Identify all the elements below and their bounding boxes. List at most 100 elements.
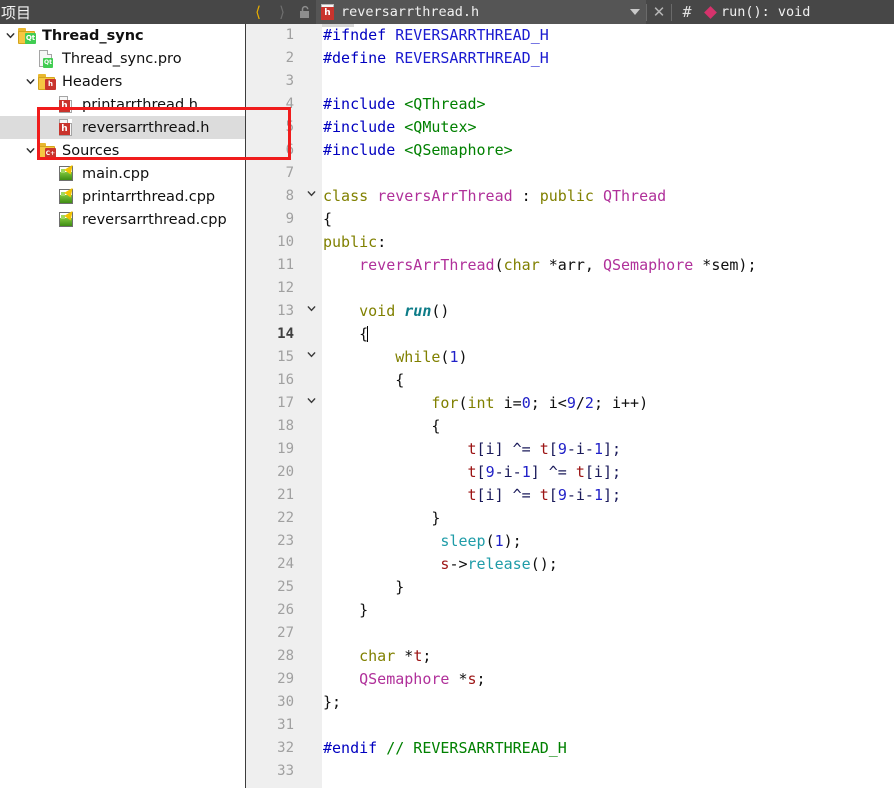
code-line[interactable]: 29 QSemaphore *s; xyxy=(246,668,894,691)
code-line[interactable]: 12 xyxy=(246,277,894,300)
code-line[interactable]: 8 class reversArrThread : public QThread xyxy=(246,185,894,208)
code-line[interactable]: 24 s->release(); xyxy=(246,553,894,576)
code-token: QSemaphore xyxy=(359,670,450,688)
code-line[interactable]: 30}; xyxy=(246,691,894,714)
code-line[interactable]: 33 xyxy=(246,760,894,783)
hash-symbol-icon[interactable]: # xyxy=(672,0,702,24)
fold-chevron-icon[interactable] xyxy=(304,300,318,323)
code-line[interactable]: 17 for(int i=0; i<9/2; i++) xyxy=(246,392,894,415)
code-token: 1 xyxy=(593,440,603,458)
symbol-selector[interactable]: run(): void xyxy=(702,4,810,20)
chevron-down-icon[interactable] xyxy=(630,9,640,15)
code-line[interactable]: 21 t[i] ^= t[9-i-1]; xyxy=(246,484,894,507)
code-token: { xyxy=(323,210,333,228)
code-editor[interactable]: 1 #ifndef REVERSARRTHREAD_H 2 #define REVER… xyxy=(246,24,894,788)
line-number: 16 xyxy=(277,372,294,388)
line-number: 4 xyxy=(285,96,294,112)
code-line[interactable]: 31 xyxy=(246,714,894,737)
line-number: 5 xyxy=(285,119,294,135)
code-line[interactable]: 11 reversArrThread(char *arr, QSemaphore… xyxy=(246,254,894,277)
tree-item-reversarrthread-cpp[interactable]: reversarrthread.cpp xyxy=(0,208,245,231)
code-token: ( xyxy=(494,256,504,274)
close-icon[interactable]: ✕ xyxy=(647,0,671,24)
code-line[interactable]: 1 #ifndef REVERSARRTHREAD_H xyxy=(246,24,894,47)
code-line[interactable]: 23 sleep(1); xyxy=(246,530,894,553)
text-cursor xyxy=(367,326,369,342)
code-text: for(int i=0; i<9/2; i++) xyxy=(323,392,648,415)
line-number: 15 xyxy=(277,349,294,365)
code-line[interactable]: 15 while(1) xyxy=(246,346,894,369)
line-number: 25 xyxy=(277,579,294,595)
tree-item-headers[interactable]: h Headers xyxy=(0,70,245,93)
fold-chevron-icon[interactable] xyxy=(304,346,318,369)
tree-item-main-cpp[interactable]: main.cpp xyxy=(0,162,245,185)
code-token: #include xyxy=(323,118,396,136)
code-line[interactable]: 5 #include <QMutex> xyxy=(246,116,894,139)
code-text: { xyxy=(323,415,440,438)
code-line[interactable]: 25 } xyxy=(246,576,894,599)
code-line[interactable]: 22 } xyxy=(246,507,894,530)
code-token: QSemaphore xyxy=(602,256,694,274)
code-line[interactable]: 32 #endif // REVERSARRTHREAD_H xyxy=(246,737,894,760)
tree-item-thread_sync-pro[interactable]: Qt Thread_sync.pro xyxy=(0,47,245,70)
code-text: { xyxy=(323,208,332,231)
tree-item-reversarrthread-h[interactable]: h reversarrthread.h xyxy=(0,116,245,139)
fold-chevron-icon[interactable] xyxy=(304,392,318,415)
chevron-down-icon[interactable] xyxy=(22,70,38,93)
code-text: t[i] ^= t[9-i-1]; xyxy=(323,438,622,461)
code-token: release xyxy=(467,555,531,573)
code-line[interactable]: 6 #include <QSemaphore> xyxy=(246,139,894,162)
tree-item-printarrthread-h[interactable]: h printarrthread.h xyxy=(0,93,245,116)
code-text: t[i] ^= t[9-i-1]; xyxy=(323,484,622,507)
tree-no-chevron xyxy=(42,162,58,185)
fold-chevron-icon[interactable] xyxy=(304,185,318,208)
tree-item-printarrthread-cpp[interactable]: printarrthread.cpp xyxy=(0,185,245,208)
line-number: 33 xyxy=(277,763,294,779)
tree-no-chevron xyxy=(42,116,58,139)
file-cpp-icon xyxy=(58,208,77,229)
tree-item-thread_sync[interactable]: Qt Thread_sync xyxy=(0,24,245,47)
chevron-down-icon[interactable] xyxy=(2,24,18,47)
code-line[interactable]: 2 #define REVERSARRTHREAD_H xyxy=(246,47,894,70)
code-token: int xyxy=(467,394,495,412)
code-line[interactable]: 4 #include <QThread> xyxy=(246,93,894,116)
code-token: reversArrThread xyxy=(377,187,513,205)
code-token: char xyxy=(359,647,396,665)
code-line[interactable]: 28 char *t; xyxy=(246,645,894,668)
code-line[interactable]: 20 t[9-i-1] ^= t[i]; xyxy=(246,461,894,484)
code-text: { xyxy=(323,369,404,392)
line-number: 13 xyxy=(277,303,294,319)
code-line[interactable]: 14 { xyxy=(246,323,894,346)
code-line[interactable]: 18 { xyxy=(246,415,894,438)
code-line[interactable]: 16 { xyxy=(246,369,894,392)
code-token: sleep xyxy=(440,532,486,550)
forward-arrow-icon[interactable]: ⟩ xyxy=(270,0,294,24)
code-text: #define REVERSARRTHREAD_H xyxy=(323,47,549,70)
code-token: : xyxy=(512,187,540,205)
code-text: class reversArrThread : public QThread xyxy=(323,185,666,208)
code-line[interactable]: 26 } xyxy=(246,599,894,622)
code-line[interactable]: 7 xyxy=(246,162,894,185)
chevron-down-icon[interactable] xyxy=(22,139,38,162)
code-token: [i] ^= xyxy=(476,440,540,458)
tree-item-sources[interactable]: C+ Sources xyxy=(0,139,245,162)
code-line[interactable]: 19 t[i] ^= t[9-i-1]; xyxy=(246,438,894,461)
code-line[interactable]: 9{ xyxy=(246,208,894,231)
code-line[interactable]: 3 xyxy=(246,70,894,93)
editor-tab-reversarrthread-h[interactable]: h reversarrthread.h xyxy=(316,0,646,24)
project-tree: Qt Thread_sync Qt Thread_sync.pro h Headers h p… xyxy=(0,24,245,788)
code-line[interactable]: 10 public: xyxy=(246,231,894,254)
code-token: }; xyxy=(323,693,342,711)
line-number: 7 xyxy=(285,165,294,181)
tree-item-label: printarrthread.h xyxy=(82,96,198,113)
code-token: <QSemaphore> xyxy=(404,141,513,159)
code-line[interactable]: 13 void run() xyxy=(246,300,894,323)
back-arrow-icon[interactable]: ⟨ xyxy=(246,0,270,24)
unlocked-padlock-icon[interactable] xyxy=(294,0,316,24)
code-line[interactable]: 27 xyxy=(246,622,894,645)
